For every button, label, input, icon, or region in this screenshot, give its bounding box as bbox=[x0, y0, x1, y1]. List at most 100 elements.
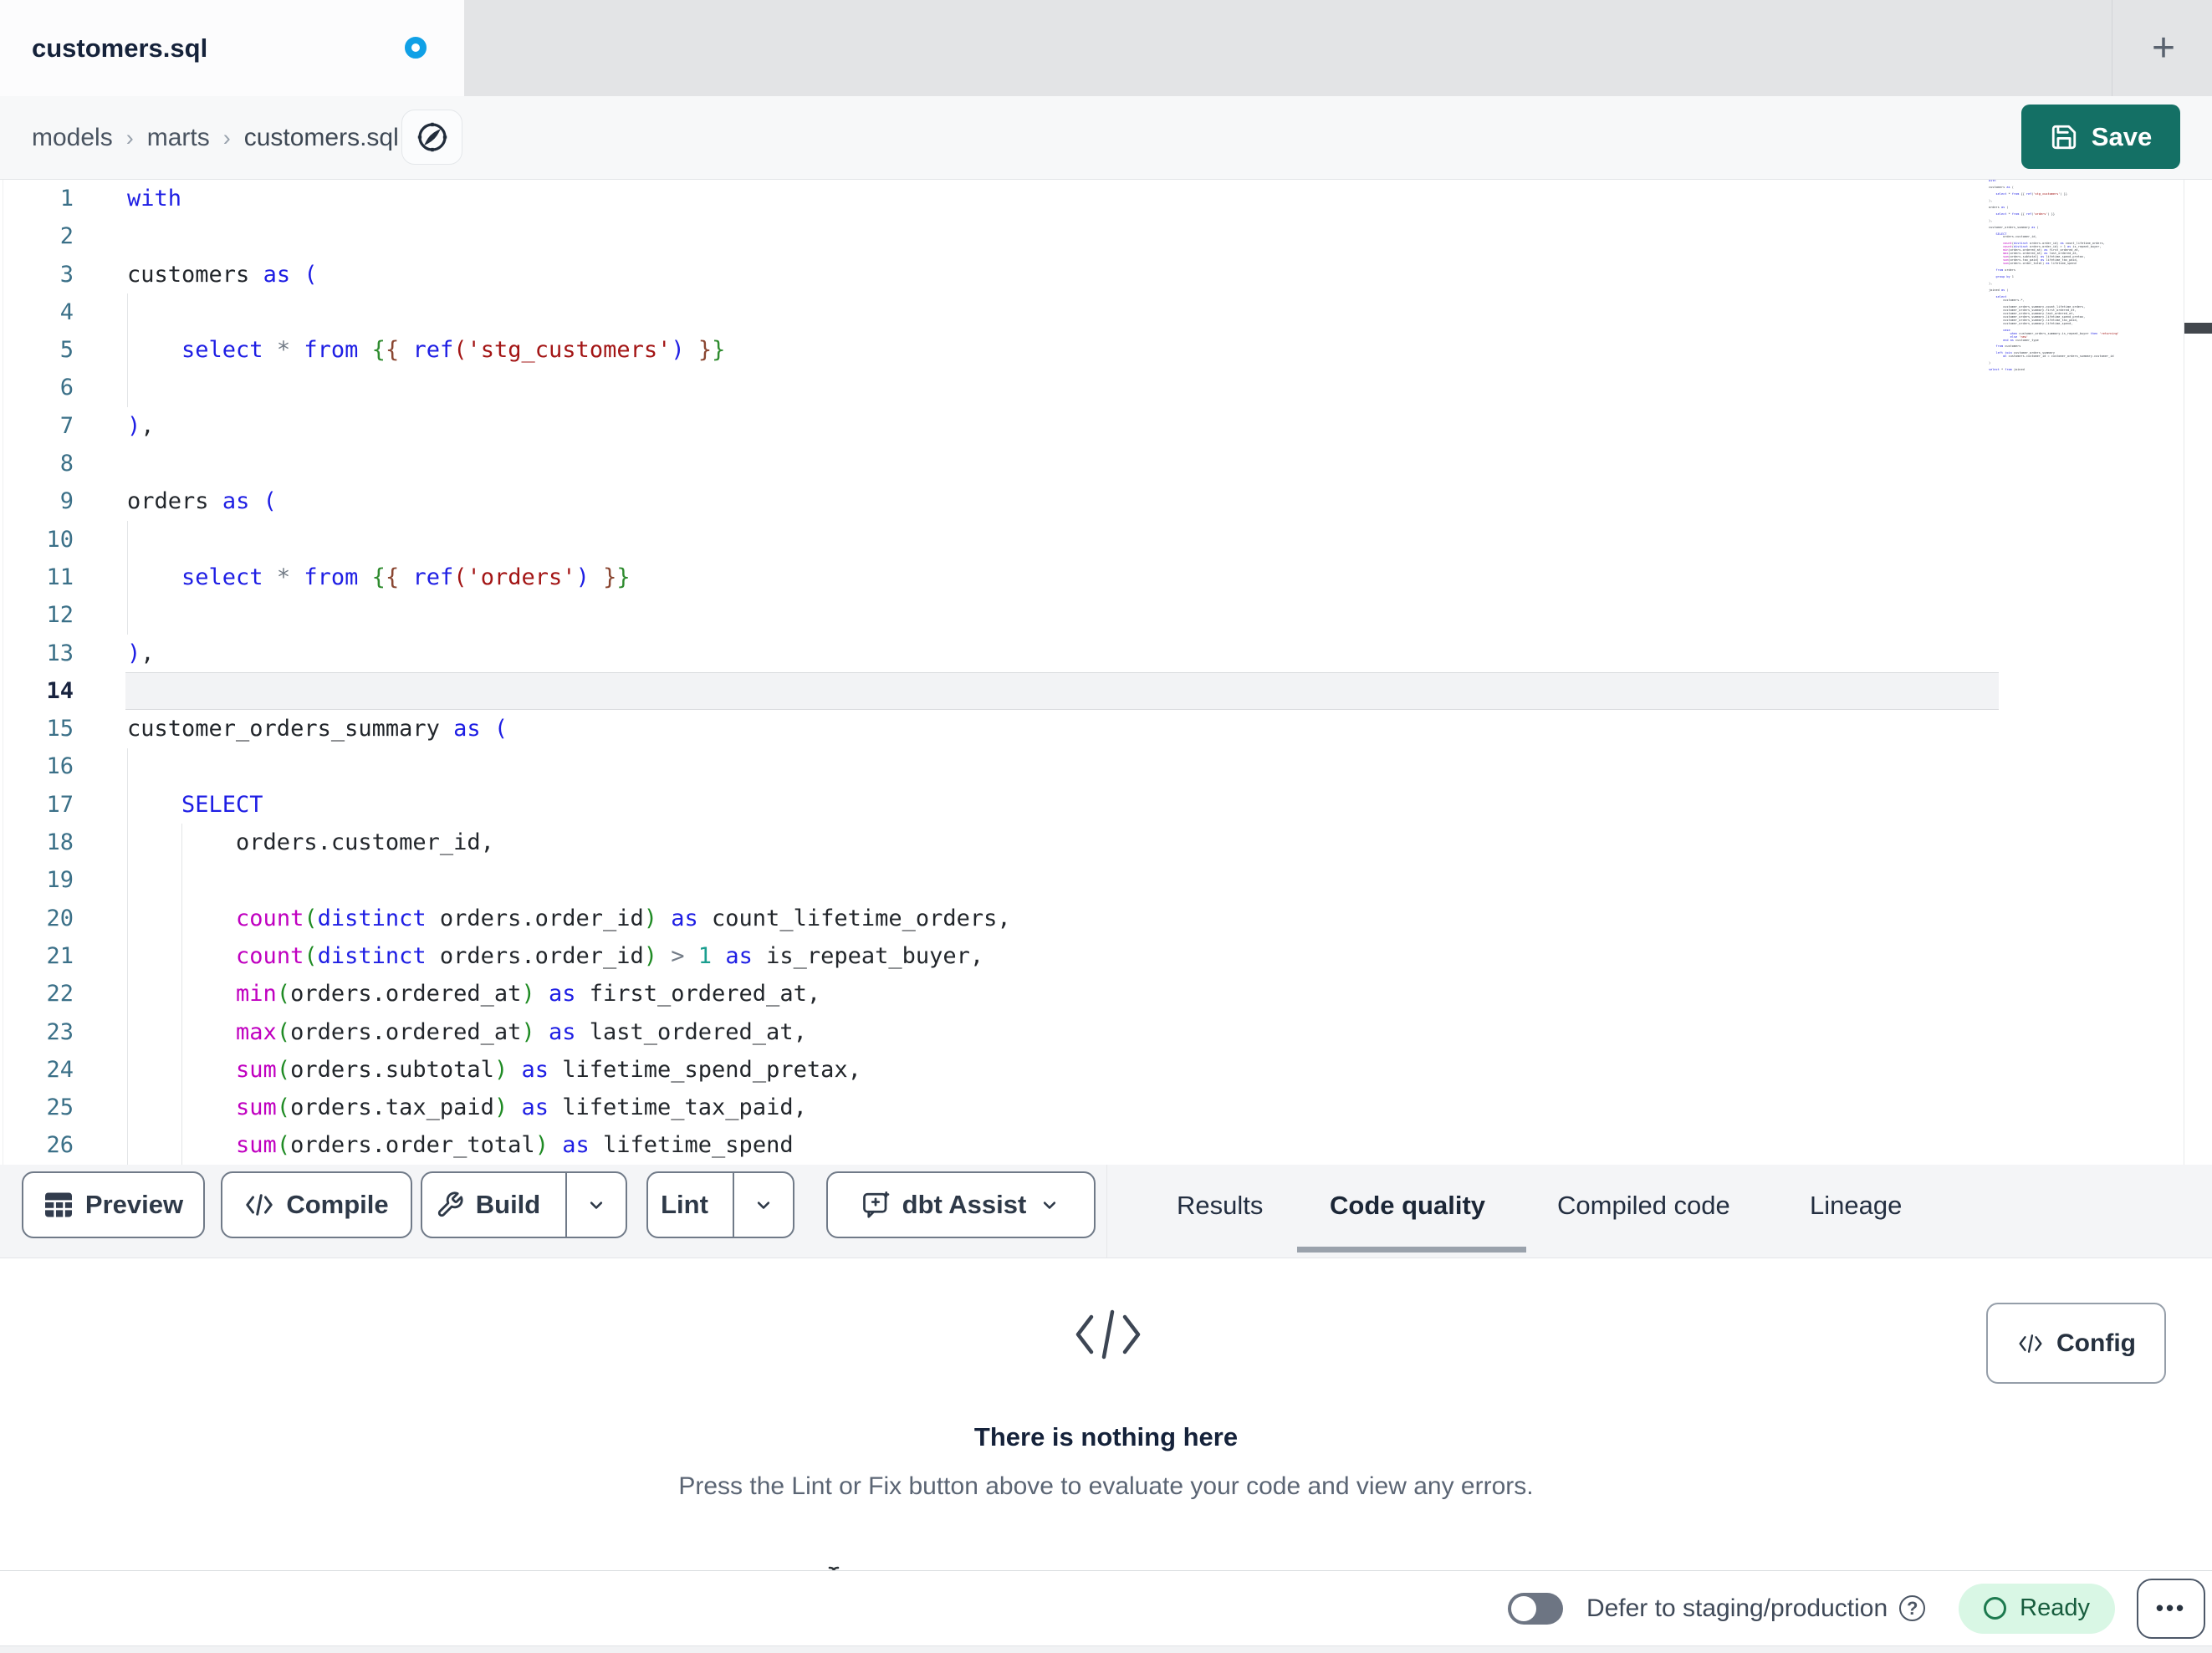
line-number: 6 bbox=[59, 375, 74, 401]
code-text[interactable]: count(distinct orders.order_id) > 1 as i… bbox=[74, 937, 983, 975]
code-line[interactable]: 21 count(distinct orders.order_id) > 1 a… bbox=[0, 937, 2212, 975]
defer-toggle[interactable] bbox=[1507, 1592, 1563, 1625]
build-dropdown-button[interactable] bbox=[565, 1173, 626, 1237]
code-line[interactable]: 14 bbox=[0, 671, 2212, 711]
code-line[interactable]: 7), bbox=[0, 407, 2212, 445]
code-text[interactable]: count(distinct orders.order_id) as count… bbox=[74, 900, 1011, 937]
code-line[interactable]: 4 bbox=[0, 293, 2212, 331]
code-line[interactable]: 20 count(distinct orders.order_id) as co… bbox=[0, 900, 2212, 937]
empty-state-subtitle: Press the Lint or Fix button above to ev… bbox=[678, 1472, 1534, 1500]
line-number: 15 bbox=[46, 716, 74, 742]
code-text[interactable] bbox=[74, 369, 127, 406]
code-text[interactable] bbox=[74, 596, 127, 634]
code-text[interactable]: ), bbox=[74, 407, 155, 445]
code-line[interactable]: 19 bbox=[0, 861, 2212, 899]
defer-label: Defer to staging/production bbox=[1586, 1594, 1888, 1622]
tab-compiled-code-label: Compiled code bbox=[1557, 1191, 1730, 1220]
lint-button-main[interactable]: Lint bbox=[648, 1173, 721, 1237]
minimap[interactable]: with customers as ( select * from {{ ref… bbox=[1989, 180, 2183, 377]
explore-lineage-button[interactable] bbox=[401, 110, 462, 165]
help-icon[interactable]: ? bbox=[1899, 1595, 1926, 1621]
editor-toolbar: Preview Compile Build Lint dbt Assist Re… bbox=[0, 1165, 2212, 1258]
scrollbar-thumb[interactable] bbox=[2184, 323, 2212, 334]
code-text[interactable]: orders.customer_id, bbox=[74, 824, 494, 861]
code-line[interactable]: 17 SELECT bbox=[0, 786, 2212, 824]
code-line[interactable]: 18 orders.customer_id, bbox=[0, 824, 2212, 861]
preview-button[interactable]: Preview bbox=[22, 1171, 205, 1238]
new-tab-button[interactable]: + bbox=[2134, 0, 2193, 96]
code-text[interactable]: ), bbox=[74, 635, 155, 672]
line-number: 22 bbox=[46, 981, 74, 1008]
code-text[interactable] bbox=[74, 217, 127, 255]
save-button[interactable]: Save bbox=[2021, 105, 2180, 169]
code-line[interactable]: 1 with bbox=[0, 180, 2212, 217]
code-line[interactable]: 11 select * from {{ ref('orders') }} bbox=[0, 559, 2212, 596]
code-line[interactable]: 3 customers as ( bbox=[0, 256, 2212, 293]
code-line[interactable]: 12 bbox=[0, 596, 2212, 634]
code-text[interactable] bbox=[74, 521, 127, 559]
code-line[interactable]: 15 customer_orders_summary as ( bbox=[0, 710, 2212, 747]
save-button-label: Save bbox=[2091, 121, 2153, 151]
code-text[interactable]: customer_orders_summary as ( bbox=[74, 710, 508, 747]
code-text[interactable] bbox=[74, 672, 127, 710]
code-brackets-icon bbox=[244, 1192, 274, 1217]
code-line[interactable]: 22 min(orders.ordered_at) as first_order… bbox=[0, 975, 2212, 1013]
dbt-assist-button[interactable]: dbt Assist bbox=[826, 1171, 1096, 1238]
tab-compiled-code[interactable]: Compiled code bbox=[1557, 1165, 1730, 1247]
line-number: 23 bbox=[46, 1018, 74, 1045]
code-text[interactable]: select * from {{ ref('stg_customers') }} bbox=[74, 331, 725, 369]
compass-icon bbox=[414, 119, 451, 156]
code-line[interactable]: 6 bbox=[0, 369, 2212, 406]
code-text[interactable]: min(orders.ordered_at) as first_ordered_… bbox=[74, 975, 820, 1013]
code-brackets-icon bbox=[2016, 1333, 2045, 1355]
line-number: 18 bbox=[46, 829, 74, 856]
breadcrumb-item-marts[interactable]: marts bbox=[147, 124, 210, 152]
window-bottom-strip bbox=[0, 1645, 2212, 1653]
code-text[interactable]: orders as ( bbox=[74, 482, 277, 520]
code-line[interactable]: 13), bbox=[0, 635, 2212, 672]
code-text[interactable]: sum(orders.tax_paid) as lifetime_tax_pai… bbox=[74, 1089, 807, 1126]
line-number: 24 bbox=[46, 1056, 74, 1083]
code-text[interactable]: select * from {{ ref('orders') }} bbox=[74, 559, 631, 596]
ellipsis-icon: ••• bbox=[2155, 1595, 2187, 1620]
code-line[interactable]: 26 sum(orders.order_total) as lifetime_s… bbox=[0, 1126, 2212, 1164]
code-text[interactable] bbox=[74, 861, 127, 899]
code-text[interactable] bbox=[74, 747, 127, 785]
line-number: 8 bbox=[59, 451, 74, 477]
code-line[interactable]: 10 bbox=[0, 521, 2212, 559]
file-tab-customers-sql[interactable]: customers.sql bbox=[0, 0, 464, 96]
code-text[interactable] bbox=[74, 445, 127, 482]
config-button[interactable]: Config bbox=[1986, 1303, 2166, 1384]
code-text[interactable] bbox=[74, 293, 127, 331]
lint-button[interactable]: Lint bbox=[646, 1171, 794, 1238]
code-line[interactable]: 25 sum(orders.tax_paid) as lifetime_tax_… bbox=[0, 1089, 2212, 1126]
more-options-button[interactable]: ••• bbox=[2137, 1578, 2205, 1639]
code-text[interactable]: sum(orders.order_total) as lifetime_spen… bbox=[74, 1126, 794, 1164]
lint-dropdown-button[interactable] bbox=[733, 1173, 793, 1237]
line-number: 21 bbox=[46, 942, 74, 969]
code-line[interactable]: 23 max(orders.ordered_at) as last_ordere… bbox=[0, 1013, 2212, 1051]
code-line[interactable]: 24 sum(orders.subtotal) as lifetime_spen… bbox=[0, 1051, 2212, 1089]
tab-results[interactable]: Results bbox=[1177, 1165, 1263, 1247]
breadcrumb-item-models[interactable]: models bbox=[32, 124, 113, 152]
compile-button[interactable]: Compile bbox=[221, 1171, 412, 1238]
build-button-main[interactable]: Build bbox=[422, 1173, 554, 1237]
tab-lineage-label: Lineage bbox=[1810, 1191, 1903, 1220]
code-line[interactable]: 9 orders as ( bbox=[0, 482, 2212, 520]
code-editor[interactable]: 1 with 2 3 customers as (4 5 select * from {{… bbox=[0, 180, 2212, 1165]
code-text[interactable]: max(orders.ordered_at) as last_ordered_a… bbox=[74, 1013, 807, 1051]
code-line[interactable]: 16 bbox=[0, 747, 2212, 785]
minimap-content: with customers as ( select * from {{ ref… bbox=[1989, 180, 2119, 372]
tab-lineage[interactable]: Lineage bbox=[1810, 1165, 1902, 1247]
code-text[interactable]: with bbox=[74, 180, 181, 217]
build-button[interactable]: Build bbox=[421, 1171, 627, 1238]
code-text[interactable]: sum(orders.subtotal) as lifetime_spend_p… bbox=[74, 1051, 861, 1089]
code-text[interactable]: customers as ( bbox=[74, 256, 318, 293]
code-line[interactable]: 8 bbox=[0, 445, 2212, 482]
code-line[interactable]: 5 select * from {{ ref('stg_customers') … bbox=[0, 331, 2212, 369]
code-text[interactable]: SELECT bbox=[74, 786, 263, 824]
line-number: 5 bbox=[59, 337, 74, 364]
tab-code-quality[interactable]: Code quality bbox=[1330, 1165, 1485, 1247]
line-number: 13 bbox=[46, 640, 74, 666]
code-line[interactable]: 2 bbox=[0, 217, 2212, 255]
